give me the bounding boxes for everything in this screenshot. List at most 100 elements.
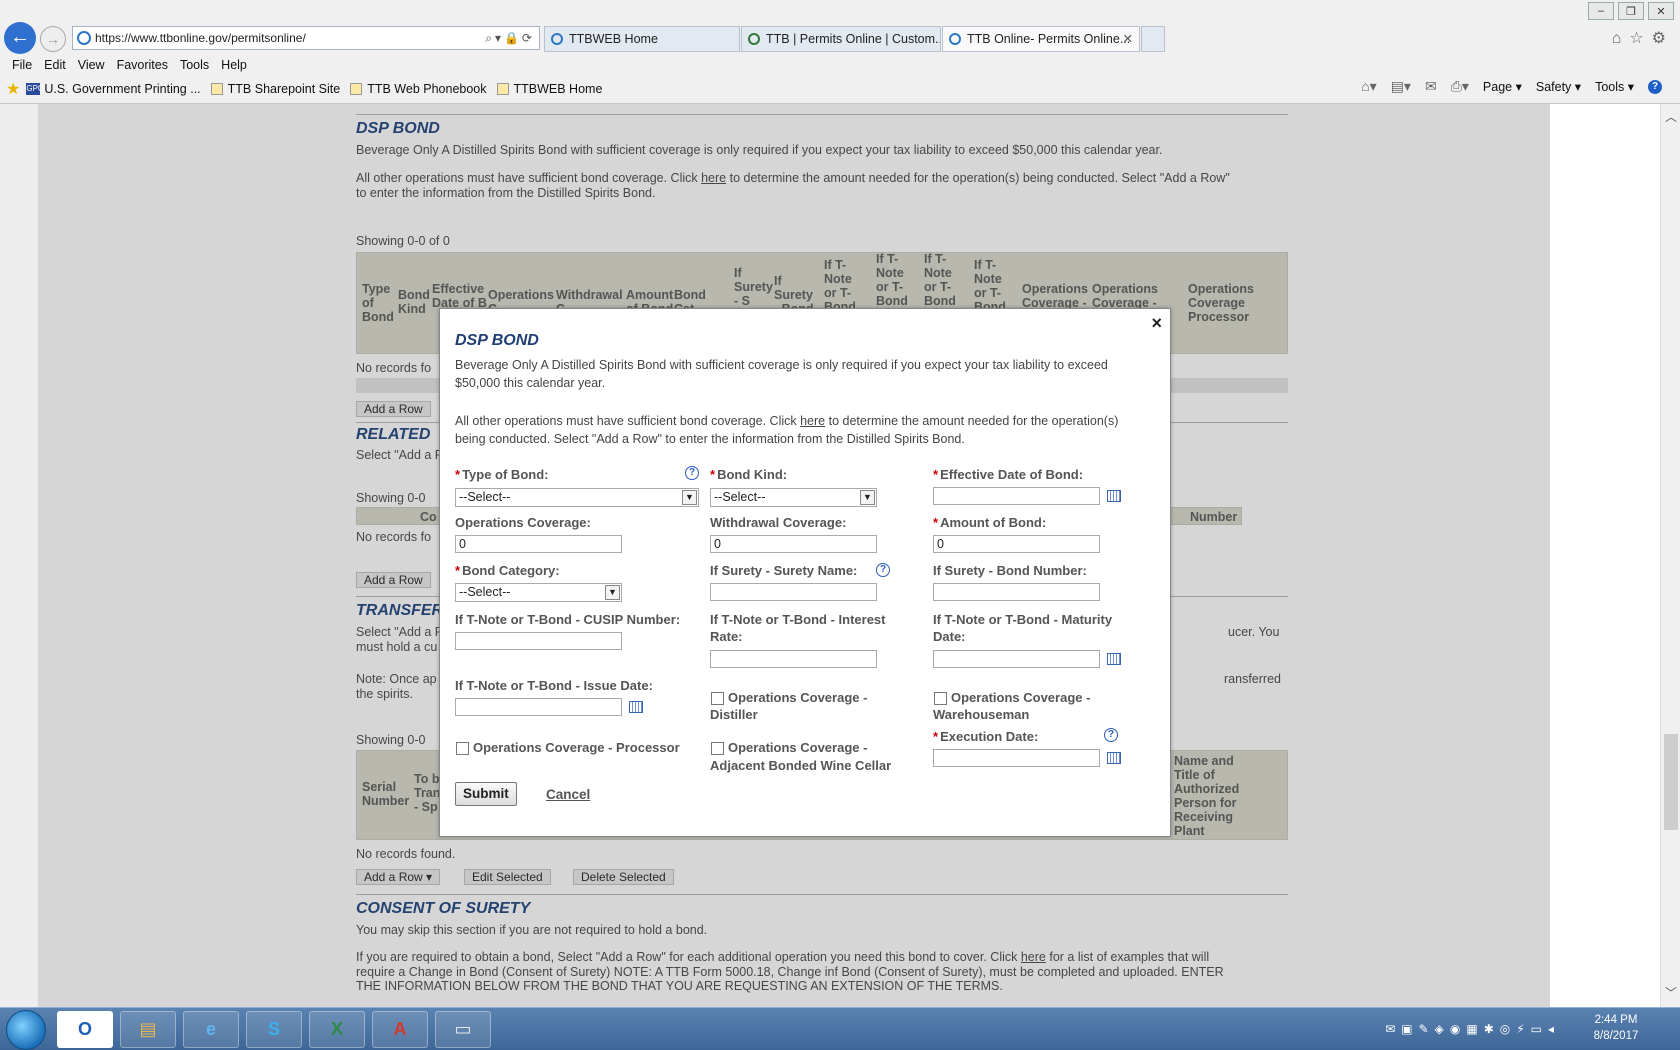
mail-icon[interactable]: ✉ (1425, 78, 1437, 95)
outlook-icon[interactable]: O (57, 1011, 113, 1048)
url-text: https://www.ttbonline.gov/permitsonline/ (95, 31, 306, 45)
wine-cellar-checkbox[interactable] (711, 742, 724, 755)
submit-button[interactable]: Submit (455, 782, 517, 806)
start-button[interactable] (6, 1010, 46, 1050)
menu-tools[interactable]: Tools (174, 56, 215, 76)
favorites-star-icon[interactable]: ☆ (1629, 30, 1651, 47)
page-scrollbar[interactable]: ︿ ﹀ (1660, 104, 1680, 1007)
favorites-star-icon[interactable]: ★ (6, 79, 20, 99)
calendar-icon[interactable] (629, 701, 643, 713)
fav-ttbweb[interactable]: TTBWEB Home (496, 82, 602, 96)
issue-date-input[interactable] (455, 698, 622, 716)
forward-button[interactable]: → (40, 26, 66, 52)
menu-edit[interactable]: Edit (38, 56, 72, 76)
scroll-up-icon[interactable]: ︿ (1665, 108, 1677, 125)
calendar-icon[interactable] (1107, 752, 1121, 764)
effective-date-input[interactable] (933, 487, 1100, 505)
new-tab-button[interactable] (1141, 26, 1165, 52)
skype-icon[interactable]: S (246, 1011, 302, 1048)
type-of-bond-select[interactable]: --Select-- ▼ (455, 488, 699, 507)
text: All other operations must have sufficien… (455, 414, 801, 428)
here-link[interactable]: here (800, 414, 825, 428)
fav-phonebook[interactable]: TTB Web Phonebook (350, 82, 487, 96)
ttb-seal-icon (748, 33, 760, 45)
surety-bond-number-input[interactable] (933, 583, 1100, 601)
fav-sharepoint[interactable]: TTB Sharepoint Site (210, 82, 340, 96)
distiller-checkbox[interactable] (711, 692, 724, 705)
withdrawal-coverage-label: Withdrawal Coverage: (710, 515, 847, 530)
minimize-icon[interactable]: – (1588, 2, 1614, 20)
menu-favorites[interactable]: Favorites (111, 56, 174, 76)
dialog-title: DSP BOND (455, 332, 539, 349)
cancel-link[interactable]: Cancel (546, 787, 590, 802)
warehouseman-checkbox[interactable] (934, 692, 947, 705)
required-marker: * (455, 563, 461, 578)
ie-page-icon (77, 31, 91, 45)
address-bar[interactable]: https://www.ttbonline.gov/permitsonline/… (72, 26, 540, 50)
tab-permits-custom[interactable]: TTB | Permits Online | Custom... (741, 26, 941, 52)
maturity-date-input[interactable] (933, 650, 1100, 668)
close-window-icon[interactable]: ✕ (1648, 2, 1674, 20)
menu-help[interactable]: Help (215, 56, 253, 76)
system-tray[interactable]: ✉▣✎◈◉▦✱◎⚡▭◂ (1385, 1022, 1560, 1036)
help-icon[interactable]: ? (876, 563, 890, 577)
fav-gpo[interactable]: GPO U.S. Government Printing ... (26, 82, 201, 96)
tab-permits-online[interactable]: TTB Online- Permits Online... ✕ (942, 26, 1140, 52)
toolbar-icons: ⌂☆⚙ (1612, 28, 1674, 48)
interest-rate-input[interactable] (710, 650, 877, 668)
scroll-thumb[interactable] (1664, 734, 1678, 830)
bond-category-select[interactable]: --Select-- ▼ (455, 583, 622, 602)
cusip-number-input[interactable] (455, 632, 622, 650)
required-marker: * (933, 515, 939, 530)
page-icon (496, 83, 509, 95)
amount-of-bond-input[interactable]: 0 (933, 535, 1100, 553)
text: to determine the amount needed for the o… (825, 414, 1119, 428)
address-bar-tools[interactable]: ⌕▾🔒⟳ (485, 27, 535, 49)
cmd-tools[interactable]: Tools ▾ (1595, 79, 1634, 94)
surety-name-label: If Surety - Surety Name: (710, 563, 858, 578)
home-dropdown-icon[interactable]: ⌂▾ (1361, 78, 1376, 95)
help-icon[interactable]: ? (685, 466, 699, 480)
back-button[interactable]: ← (4, 22, 36, 54)
cusip-number-label: If T-Note or T-Bond - CUSIP Number: (455, 612, 681, 627)
restore-icon[interactable]: ❐ (1618, 2, 1644, 20)
processor-checkbox[interactable] (456, 742, 469, 755)
menu-file[interactable]: File (6, 56, 38, 76)
bond-kind-select[interactable]: --Select-- ▼ (710, 488, 877, 507)
gpo-icon: GPO (26, 83, 45, 95)
feeds-icon[interactable]: ▤▾ (1391, 78, 1411, 95)
acrobat-icon[interactable]: A (372, 1011, 428, 1048)
internet-explorer-icon[interactable]: e (183, 1011, 239, 1048)
tab-ttbweb-home[interactable]: TTBWEB Home (544, 26, 740, 52)
interest-rate-label: If T-Note or T-Bond - Interest Rate: (710, 611, 886, 645)
print-icon[interactable]: ⎙▾ (1451, 78, 1469, 95)
execution-date-label: * Execution Date: (933, 728, 1038, 745)
label-text: If T-Note or T-Bond - Maturity (933, 612, 1113, 627)
excel-icon[interactable]: X (309, 1011, 365, 1048)
home-icon[interactable]: ⌂ (1612, 30, 1630, 47)
clock[interactable]: 2:44 PM 8/8/2017 (1576, 1012, 1656, 1044)
cmd-safety[interactable]: Safety ▾ (1536, 79, 1581, 94)
withdrawal-coverage-input[interactable]: 0 (710, 535, 877, 553)
label-text: Type of Bond: (462, 467, 549, 482)
help-icon[interactable]: ? (1648, 79, 1662, 94)
file-explorer-icon[interactable]: ▤ (120, 1011, 176, 1048)
surety-name-input[interactable] (710, 583, 877, 601)
calendar-icon[interactable] (1107, 490, 1121, 502)
help-icon[interactable]: ? (1104, 728, 1118, 742)
execution-date-input[interactable] (933, 749, 1100, 767)
close-tab-icon[interactable]: ✕ (1123, 27, 1133, 51)
settings-gear-icon[interactable]: ⚙ (1652, 30, 1674, 47)
scroll-down-icon[interactable]: ﹀ (1665, 984, 1677, 1001)
menu-view[interactable]: View (72, 56, 111, 76)
window-icon[interactable]: ▭ (435, 1011, 491, 1048)
ie-tab-icon (551, 33, 563, 45)
maturity-date-label: If T-Note or T-Bond - Maturity Date: (933, 611, 1112, 645)
select-value: --Select-- (459, 490, 511, 504)
operations-coverage-input[interactable]: 0 (455, 535, 622, 553)
close-icon[interactable]: × (1151, 313, 1162, 334)
calendar-icon[interactable] (1107, 653, 1121, 665)
cmd-page[interactable]: Page ▾ (1483, 79, 1522, 94)
required-marker: * (933, 467, 939, 482)
command-bar: ⌂▾ ▤▾ ✉ ⎙▾ Page ▾ Safety ▾ Tools ▾ ? (1361, 78, 1662, 95)
